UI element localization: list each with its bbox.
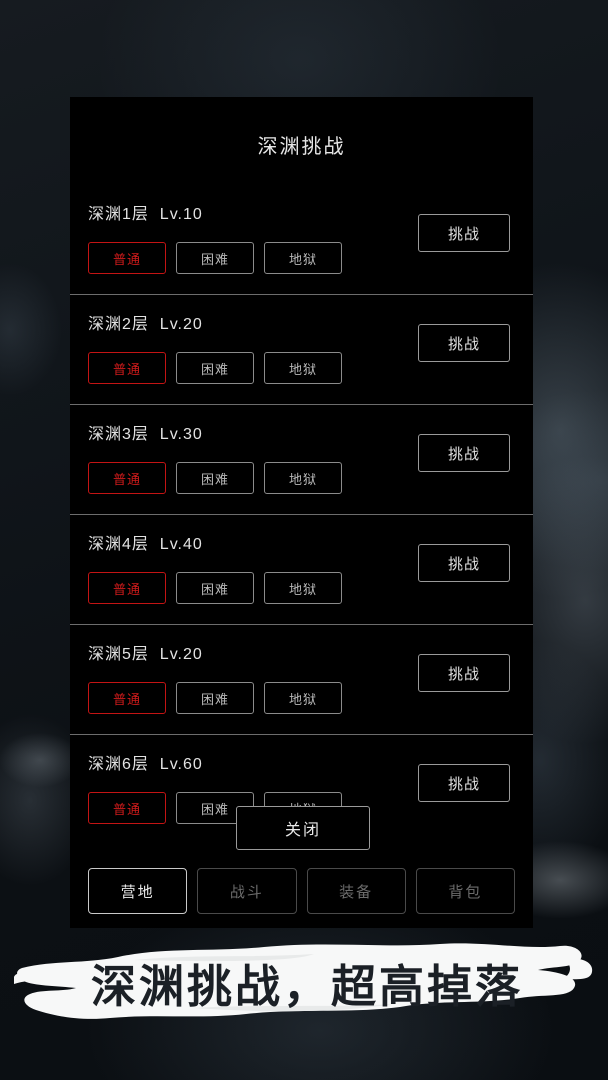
- difficulty-button-hell[interactable]: 地狱: [264, 242, 342, 274]
- nav-button-3[interactable]: 背包: [415, 868, 515, 914]
- table-row: 深渊4层 Lv.40 普通 困难 地狱 挑战: [70, 515, 533, 625]
- nav-button-1[interactable]: 战斗: [197, 868, 297, 914]
- challenge-button[interactable]: 挑战: [418, 544, 510, 582]
- difficulty-group: 普通困难地狱: [88, 352, 342, 384]
- close-button[interactable]: 关闭: [236, 806, 370, 850]
- challenge-button[interactable]: 挑战: [418, 214, 510, 252]
- abyss-floor-list[interactable]: 深渊1层 Lv.10 普通 困难 地狱 挑战 深渊2层 Lv.20 普通 困难 地狱 挑战 深渊3层…: [70, 185, 533, 836]
- nav-button-2[interactable]: 装备: [306, 868, 406, 914]
- difficulty-group: 普通困难地狱: [88, 572, 342, 604]
- difficulty-button-hard[interactable]: 困难: [176, 242, 254, 274]
- abyss-challenge-dialog: 深渊挑战 深渊1层 Lv.10 普通 困难 地狱 挑战 深渊2层 Lv.20 普通 困难 地狱挑…: [70, 97, 533, 928]
- difficulty-button-normal[interactable]: 普通: [88, 242, 166, 274]
- table-row: 深渊5层 Lv.20 普通 困难 地狱 挑战: [70, 625, 533, 735]
- difficulty-button-hell[interactable]: 地狱: [264, 462, 342, 494]
- difficulty-button-hell[interactable]: 地狱: [264, 682, 342, 714]
- challenge-button[interactable]: 挑战: [418, 324, 510, 362]
- difficulty-group: 普通困难地狱: [88, 242, 342, 274]
- difficulty-button-normal[interactable]: 普通: [88, 792, 166, 824]
- table-row: 深渊3层 Lv.30 普通 困难 地狱 挑战: [70, 405, 533, 515]
- difficulty-button-hell[interactable]: 地狱: [264, 572, 342, 604]
- difficulty-button-normal[interactable]: 普通: [88, 682, 166, 714]
- difficulty-group: 普通困难地狱: [88, 682, 342, 714]
- difficulty-button-hard[interactable]: 困难: [176, 352, 254, 384]
- challenge-button[interactable]: 挑战: [418, 764, 510, 802]
- challenge-button[interactable]: 挑战: [418, 654, 510, 692]
- difficulty-group: 普通困难地狱: [88, 462, 342, 494]
- table-row: 深渊1层 Lv.10 普通 困难 地狱 挑战: [70, 185, 533, 295]
- difficulty-button-hell[interactable]: 地狱: [264, 352, 342, 384]
- nav-button-0[interactable]: 营地: [88, 868, 188, 914]
- banner-text: 深渊挑战，超高掉落: [90, 960, 523, 1012]
- difficulty-button-hard[interactable]: 困难: [176, 572, 254, 604]
- difficulty-button-hard[interactable]: 困难: [176, 462, 254, 494]
- page-title: 深渊挑战: [257, 136, 346, 158]
- bottom-navigation: 营地 战斗 装备 背包: [88, 868, 515, 914]
- difficulty-button-hard[interactable]: 困难: [176, 682, 254, 714]
- difficulty-button-normal[interactable]: 普通: [88, 352, 166, 384]
- game-screen: 深渊挑战 深渊1层 Lv.10 普通 困难 地狱 挑战 深渊2层 Lv.20 普通 困难 地狱挑…: [0, 0, 608, 1080]
- promo-banner: 深渊挑战，超高掉落: [0, 936, 608, 1028]
- challenge-button[interactable]: 挑战: [418, 434, 510, 472]
- difficulty-button-normal[interactable]: 普通: [88, 462, 166, 494]
- table-row: 深渊2层 Lv.20 普通 困难 地狱 挑战: [70, 295, 533, 405]
- difficulty-button-normal[interactable]: 普通: [88, 572, 166, 604]
